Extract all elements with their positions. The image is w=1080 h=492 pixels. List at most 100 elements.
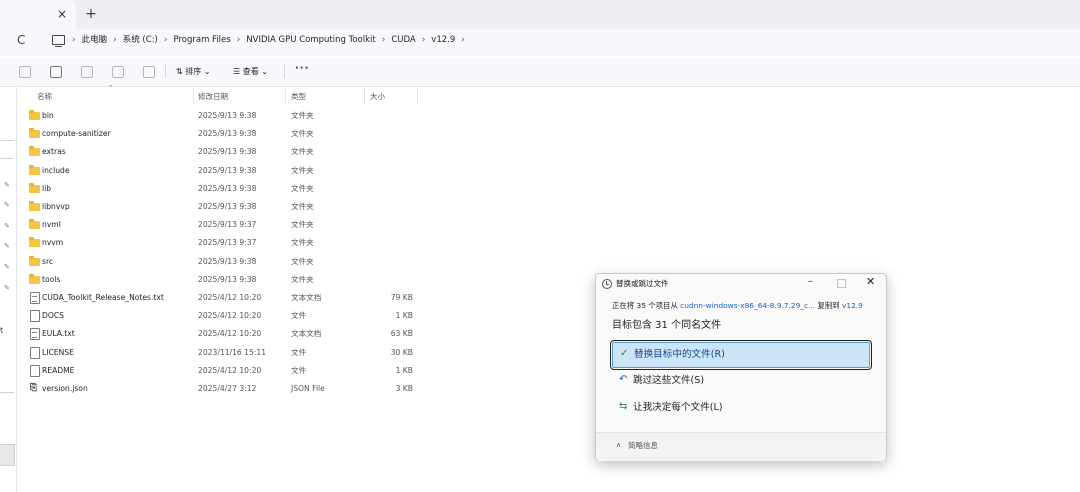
- file-row[interactable]: EULA.txt 2025/4/12 10:20 文本文档 63 KB: [17, 325, 417, 343]
- column-header-type[interactable]: 类型: [291, 91, 306, 102]
- file-row[interactable]: libnvvp 2025/9/13 9:38 文件夹: [17, 198, 417, 216]
- column-divider[interactable]: [285, 88, 286, 104]
- column-divider[interactable]: [364, 88, 365, 104]
- breadcrumb-v12-9[interactable]: v12.9: [425, 34, 461, 46]
- file-row[interactable]: LICENSE 2023/11/16 15:11 文件 30 KB: [17, 344, 417, 362]
- paste-icon[interactable]: [81, 66, 93, 78]
- modified-date: 2025/9/13 9:38: [198, 147, 257, 157]
- folder-icon: [29, 237, 40, 248]
- compare-icon: ⇆: [619, 401, 628, 412]
- fewer-details-button[interactable]: 简略信息: [628, 440, 658, 451]
- file-name: bin: [42, 111, 54, 120]
- file-row[interactable]: bin 2025/9/13 9:38 文件夹: [17, 107, 417, 125]
- folder-icon: [29, 128, 40, 139]
- file-row[interactable]: DOCS 2025/4/12 10:20 文件 1 KB: [17, 307, 417, 325]
- skip-icon: ↶: [619, 374, 628, 385]
- file-row[interactable]: ⎘ version.json 2025/4/27 3:12 JSON File 3 KB: [17, 380, 417, 398]
- file-name: nvml: [42, 220, 61, 230]
- file-row[interactable]: tools 2025/9/13 9:38 文件夹: [17, 271, 417, 289]
- nav-selected-item[interactable]: [0, 444, 15, 466]
- file-name: version.json: [42, 384, 88, 393]
- nav-item-label[interactable]: t: [0, 326, 3, 335]
- file-row[interactable]: nvml 2025/9/13 9:37 文件夹: [17, 216, 417, 234]
- pin-icon[interactable]: ✎: [4, 284, 10, 292]
- file-row[interactable]: src 2025/9/13 9:38 文件夹: [17, 253, 417, 271]
- replace-or-skip-dialog: 替换或跳过文件 – ✕ 正在将 35 个项目从 cudnn-windows-x8…: [595, 273, 887, 461]
- file-size: 79 KB: [390, 293, 413, 302]
- file-row[interactable]: CUDA_Toolkit_Release_Notes.txt 2025/4/12 …: [17, 289, 417, 307]
- file-icon: [30, 346, 40, 359]
- file-row[interactable]: include 2025/9/13 9:38 文件夹: [17, 162, 417, 180]
- copy-icon[interactable]: [50, 66, 62, 78]
- file-size: 63 KB: [390, 329, 413, 339]
- file-type: 文件夹: [291, 220, 314, 230]
- new-tab-icon[interactable]: +: [83, 6, 99, 22]
- refresh-icon[interactable]: C: [17, 33, 25, 47]
- maximize-button[interactable]: [837, 279, 846, 288]
- share-icon[interactable]: [112, 66, 124, 78]
- file-type: 文件: [291, 347, 307, 357]
- file-name: README: [42, 365, 75, 375]
- view-button[interactable]: ☰ 查看 ⌄: [233, 66, 268, 77]
- modified-date: 2025/4/12 10:20: [198, 293, 262, 302]
- file-row[interactable]: README 2025/4/12 10:20 文件 1 KB: [17, 362, 417, 380]
- sort-ascending-icon: ⌃: [108, 84, 114, 92]
- more-options-button[interactable]: ···: [295, 63, 309, 74]
- modified-date: 2025/9/13 9:38: [198, 183, 257, 193]
- computer-icon[interactable]: [52, 35, 65, 48]
- pin-icon[interactable]: ✎: [4, 201, 10, 209]
- skip-files-option[interactable]: ↶ 跳过这些文件(S): [612, 369, 868, 393]
- chevron-up-icon[interactable]: ∧: [616, 441, 621, 449]
- breadcrumb-cuda[interactable]: CUDA: [385, 34, 421, 46]
- decide-each-option[interactable]: ⇆ 让我决定每个文件(L): [612, 396, 868, 420]
- modified-date: 2025/9/13 9:38: [198, 111, 257, 120]
- column-header-size[interactable]: 大小: [370, 91, 385, 102]
- text-file-icon: [30, 328, 40, 341]
- breadcrumb-nvidia[interactable]: NVIDIA GPU Computing Toolkit: [240, 34, 381, 46]
- breadcrumb-separator[interactable]: ›: [461, 34, 465, 46]
- file-icon: [30, 310, 40, 323]
- column-header-name[interactable]: 名称: [37, 91, 52, 102]
- source-link[interactable]: cudnn-windows-x86_64-8.9.7.29_c...: [680, 301, 815, 310]
- file-row[interactable]: extras 2025/9/13 9:38 文件夹: [17, 143, 417, 161]
- file-row[interactable]: lib 2025/9/13 9:38 文件夹: [17, 180, 417, 198]
- breadcrumb: › 此电脑 › 系统 (C:) › Program Files › NVIDIA…: [72, 34, 465, 46]
- modified-date: 2025/9/13 9:38: [198, 165, 257, 175]
- pin-icon[interactable]: ✎: [4, 222, 10, 230]
- folder-icon: [29, 110, 40, 120]
- file-type: 文件夹: [291, 256, 314, 266]
- file-type: 文件夹: [291, 238, 314, 248]
- clock-icon: [602, 279, 612, 289]
- file-row[interactable]: nvvm 2025/9/13 9:37 文件夹: [17, 234, 417, 252]
- column-divider[interactable]: [193, 88, 194, 104]
- replace-files-option[interactable]: ✓ 替换目标中的文件(R): [610, 340, 872, 370]
- modified-date: 2023/11/16 15:11: [198, 347, 267, 357]
- modified-date: 2025/9/13 9:38: [198, 129, 257, 139]
- destination-link[interactable]: v12.9: [842, 301, 863, 310]
- column-header-date[interactable]: 修改日期: [198, 91, 228, 102]
- sort-button[interactable]: ⇅ 排序 ⌄: [176, 66, 211, 77]
- file-size: 1 KB: [395, 311, 413, 321]
- pin-icon[interactable]: ✎: [4, 242, 10, 250]
- breadcrumb-this-pc[interactable]: 此电脑: [76, 34, 114, 46]
- modified-date: 2025/4/12 10:20: [198, 365, 262, 375]
- file-name: extras: [42, 147, 66, 157]
- pin-icon[interactable]: ✎: [4, 181, 10, 189]
- file-name: src: [42, 256, 54, 266]
- progress-prefix: 正在将 35 个项目从: [612, 301, 681, 310]
- modified-date: 2025/4/12 10:20: [198, 329, 262, 339]
- cut-icon[interactable]: [19, 66, 31, 78]
- checkmark-icon: ✓: [620, 348, 629, 359]
- close-button[interactable]: ✕: [866, 275, 875, 288]
- modified-date: 2025/4/12 10:20: [198, 311, 262, 321]
- close-tab-icon[interactable]: ×: [55, 7, 69, 21]
- delete-icon[interactable]: [143, 66, 155, 78]
- pin-icon[interactable]: ✎: [4, 263, 10, 271]
- column-divider[interactable]: [417, 88, 418, 104]
- breadcrumb-program-files[interactable]: Program Files: [167, 34, 236, 46]
- minimize-button[interactable]: –: [808, 276, 813, 287]
- file-name: include: [42, 165, 70, 175]
- file-row[interactable]: compute-sanitizer 2025/9/13 9:38 文件夹: [17, 125, 417, 143]
- folder-icon: [29, 219, 40, 230]
- breadcrumb-system-c[interactable]: 系统 (C:): [117, 34, 164, 46]
